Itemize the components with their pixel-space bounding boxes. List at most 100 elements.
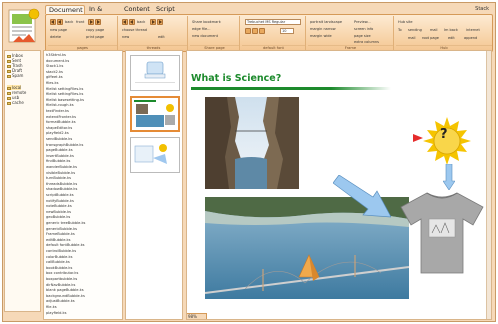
thread-first-icon[interactable] (122, 19, 128, 25)
bold-icon[interactable] (245, 28, 251, 34)
file-list-item[interactable]: colorBubble.ks (46, 255, 72, 260)
margin-narrow-button[interactable]: margin narrow (310, 26, 336, 32)
thread-back-label[interactable]: back (137, 19, 145, 25)
file-list-item[interactable]: files.ks (46, 81, 58, 86)
file-list-item[interactable]: callBubble.ks (46, 260, 70, 265)
file-list-item[interactable]: threadsBubble.ks (46, 182, 77, 187)
hub-to-button[interactable]: To (398, 27, 402, 33)
tab-script[interactable]: Script (153, 5, 181, 14)
file-list-item[interactable]: playfield.ks (46, 311, 66, 316)
file-list-item[interactable]: file.ks (46, 305, 57, 310)
file-list-item[interactable]: turnBubble.ks (46, 176, 71, 181)
page-scrollbar[interactable] (486, 51, 491, 319)
italic-icon[interactable] (252, 28, 258, 34)
file-list-item[interactable]: shapeEditor.ks (46, 126, 72, 131)
new-thread-button[interactable]: new (122, 34, 129, 40)
hub-mail2-button[interactable]: mail (408, 35, 416, 41)
app-logo-icon[interactable] (7, 6, 41, 46)
next-page-icon[interactable] (88, 19, 94, 25)
file-list-item[interactable]: sendBubble.ks (46, 137, 72, 142)
edge-file-button[interactable]: edge file... (192, 26, 211, 32)
print-page-button[interactable]: print page (86, 34, 104, 40)
file-list-item[interactable]: stack2.ks (46, 70, 63, 75)
file-list-item[interactable]: extendFronter.ks (46, 115, 76, 120)
font-size-input[interactable]: 10 (280, 28, 294, 34)
file-list-item[interactable]: filelist-rough.ks (46, 103, 74, 108)
file-list-item[interactable]: findBubble.ks (46, 159, 70, 164)
first-page-icon[interactable] (50, 19, 56, 25)
copy-page-button[interactable]: copy page (86, 27, 104, 33)
choose-thread-dropdown[interactable]: choose thread (122, 27, 147, 33)
tab-in-out[interactable]: In & Out (86, 5, 116, 22)
file-list-item[interactable]: boxpartbubble.ks (46, 277, 77, 282)
font-name-select[interactable]: Trebuchet MS Regular (245, 19, 301, 25)
hub-internet-button[interactable]: internet (466, 27, 480, 33)
prev-page-icon[interactable] (57, 19, 63, 25)
delete-page-button[interactable]: delete (50, 34, 61, 40)
new-page-button[interactable]: new page (50, 27, 67, 33)
margin-wide-button[interactable]: margin wide (310, 33, 332, 39)
file-list-item[interactable]: filelist settingFiles.ks (46, 87, 83, 92)
file-list-item[interactable]: genericBubble.ks (46, 227, 77, 232)
file-list-item[interactable]: pageBubble.ks (46, 148, 73, 153)
file-list-item[interactable]: box contributor.ks (46, 271, 78, 276)
stack-button[interactable]: Stack (475, 6, 489, 12)
file-list-item[interactable]: backgroundBubble.ks (46, 294, 85, 299)
hub-sending-button[interactable]: sending (408, 27, 422, 33)
hub-edit-button[interactable]: edit (448, 35, 455, 41)
tab-content[interactable]: Content (121, 5, 151, 14)
file-list-item[interactable]: scriptBubble.ks (46, 193, 74, 198)
file-list-item[interactable]: geoBubble.ks (46, 215, 70, 220)
file-list-item[interactable]: notifyBubble.ks (46, 199, 74, 204)
file-list-item[interactable]: editBubble.ks (46, 238, 71, 243)
file-list-item[interactable]: giffeet.ks (46, 75, 63, 80)
file-list-item[interactable]: formatBubble.ks (46, 120, 76, 125)
hub-mail-button[interactable]: mail (430, 27, 438, 33)
file-list-item[interactable]: transgraphBubble.ks (46, 143, 83, 148)
page-thumbnail[interactable] (130, 55, 180, 91)
zoom-level[interactable]: 98% (187, 313, 207, 319)
screen-info-button[interactable]: screen info (354, 26, 373, 32)
file-list-item[interactable]: noteBubble.ks (46, 204, 72, 209)
front-label[interactable]: front (76, 19, 84, 25)
file-list-item[interactable]: shadowBubble.ks (46, 187, 77, 192)
underline-icon[interactable] (259, 28, 265, 34)
edit-thread-button[interactable]: edit (158, 34, 165, 40)
hub-root-page-button[interactable]: root page (422, 35, 439, 41)
thread-prev-icon[interactable] (129, 19, 135, 25)
file-list-item[interactable]: filelist basesetting.ks (46, 98, 84, 103)
file-list-item[interactable]: controlBubble.ks (46, 249, 76, 254)
page-canvas[interactable]: What is Science? ? 98% (186, 50, 492, 320)
page-title[interactable]: What is Science? (191, 73, 281, 84)
file-list-item[interactable]: textFinder.ks (46, 109, 69, 114)
back-label[interactable]: back (65, 19, 73, 25)
file-list-item[interactable]: dirNavBubble.ks (46, 283, 75, 288)
hub-im-back-button[interactable]: Im back (444, 27, 458, 33)
share-bookmark-button[interactable]: Share bookmark (192, 19, 221, 25)
hub-append-button[interactable]: append (464, 35, 477, 41)
tree-item-spam[interactable]: Spam (7, 73, 23, 78)
canyon-image[interactable] (205, 97, 299, 189)
file-list-item[interactable]: wanderBubble.ks (46, 165, 77, 170)
tab-document[interactable]: Document (45, 5, 85, 14)
page-thumbnail[interactable] (130, 137, 180, 173)
file-list-item[interactable]: newBubble.ks (46, 210, 71, 215)
t-shirt-image[interactable] (399, 189, 485, 275)
last-page-icon[interactable] (95, 19, 101, 25)
file-list-item[interactable]: filelist settingFiles.ks (46, 92, 83, 97)
tree-item-cache[interactable]: cache (7, 100, 24, 105)
new-document-button[interactable]: new document (192, 33, 218, 39)
thread-last-icon[interactable] (157, 19, 163, 25)
file-list-item[interactable]: Stack1.ks (46, 64, 63, 69)
file-list-item[interactable]: generic treeBubble.ks (46, 221, 85, 226)
file-list-item[interactable]: h3Sktml.ks (46, 53, 66, 58)
file-list-item[interactable]: FrameBubble.ks (46, 232, 75, 237)
file-list-item[interactable]: visibleBubble.ks (46, 171, 75, 176)
file-list-item[interactable]: blank pageBubble.ks (46, 288, 84, 293)
file-list-item[interactable]: bookBubble.ks (46, 266, 72, 271)
page-thumbnail-current[interactable] (130, 96, 180, 132)
file-list-item[interactable]: default fontBubble.ks (46, 243, 85, 248)
file-list-item[interactable]: document.ks (46, 59, 69, 64)
thread-next-icon[interactable] (150, 19, 156, 25)
preview-button[interactable]: Preview... (354, 19, 371, 25)
